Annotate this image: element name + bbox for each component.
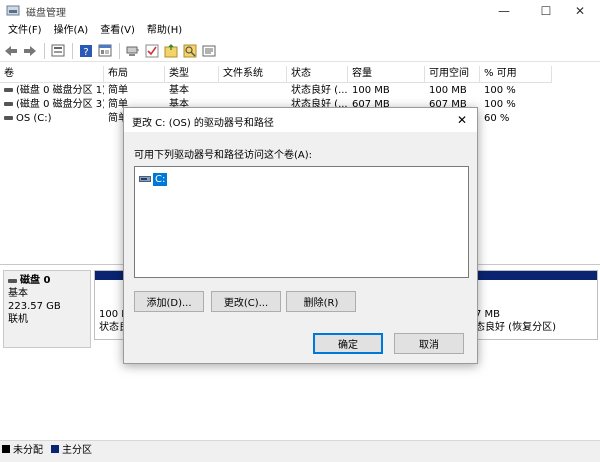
add-button[interactable]: 添加(D)... bbox=[134, 291, 204, 312]
volume-icon bbox=[4, 116, 13, 120]
column-header-volume[interactable]: 卷 bbox=[0, 66, 104, 83]
volume-capacity: 100 MB bbox=[352, 85, 390, 96]
legend-bar: 未分配 主分区 bbox=[0, 440, 600, 456]
disk-status: 联机 bbox=[8, 314, 28, 325]
forward-icon[interactable] bbox=[21, 42, 39, 60]
partition-bar bbox=[95, 271, 125, 280]
check-icon[interactable] bbox=[143, 42, 161, 60]
toolbar-separator bbox=[44, 42, 45, 59]
drive-icon bbox=[139, 176, 151, 182]
properties-icon[interactable] bbox=[96, 42, 114, 60]
legend-label: 未分配 bbox=[13, 445, 43, 456]
disk-icon bbox=[8, 278, 17, 283]
window-title: 磁盘管理 bbox=[26, 8, 66, 19]
legend-primary-partition: 主分区 bbox=[51, 441, 92, 456]
volume-percent-free: 60 % bbox=[484, 113, 510, 124]
toolbar-separator bbox=[72, 42, 73, 59]
partition-size: 7 MB bbox=[475, 309, 501, 320]
connect-icon[interactable] bbox=[124, 42, 142, 60]
partition-1[interactable]: 100 M 状态良 bbox=[94, 270, 126, 340]
table-row[interactable]: (磁盘 0 磁盘分区 1) 简单 基本 状态良好 (... 100 MB 100… bbox=[0, 84, 552, 98]
legend-unallocated: 未分配 bbox=[2, 441, 43, 456]
volume-status: 状态良好 (... bbox=[291, 85, 348, 96]
close-button[interactable]: ✕ bbox=[560, 0, 600, 22]
dialog-close-button[interactable]: ✕ bbox=[451, 110, 473, 130]
list-view-icon[interactable] bbox=[200, 42, 218, 60]
volume-free-space: 100 MB bbox=[429, 85, 467, 96]
dialog-title-bar: 更改 C: (OS) 的驱动器号和路径 ✕ bbox=[124, 108, 477, 132]
title-bar: 磁盘管理 — ☐ ✕ bbox=[0, 0, 600, 22]
status-bar bbox=[0, 456, 600, 462]
legend-swatch-unallocated bbox=[2, 444, 10, 453]
drive-letter-label: C: bbox=[153, 172, 168, 186]
volume-percent-free: 100 % bbox=[484, 99, 516, 110]
column-header-capacity[interactable]: 容量 bbox=[348, 66, 425, 83]
column-header-filesystem[interactable]: 文件系统 bbox=[219, 66, 287, 83]
disk-0-label[interactable]: 磁盘 0 基本 223.57 GB 联机 bbox=[3, 270, 91, 348]
volume-name: OS (C:) bbox=[16, 113, 52, 124]
volume-icon bbox=[4, 88, 13, 92]
cancel-button[interactable]: 取消 bbox=[394, 333, 464, 354]
disk-size: 223.57 GB bbox=[8, 301, 61, 312]
volume-type: 基本 bbox=[169, 85, 189, 96]
delete-button[interactable]: 删除(R) bbox=[286, 291, 356, 312]
partition-size: 100 M bbox=[99, 309, 125, 320]
legend-label: 主分区 bbox=[62, 445, 92, 456]
disk-type: 基本 bbox=[8, 288, 28, 299]
toolbar: ? bbox=[0, 40, 600, 62]
menu-action[interactable]: 操作(A) bbox=[48, 22, 95, 40]
list-item[interactable]: C: bbox=[139, 172, 168, 186]
column-header-free-space[interactable]: 可用空间 bbox=[425, 66, 480, 83]
menu-file[interactable]: 文件(F) bbox=[2, 22, 48, 40]
change-drive-letter-dialog: 更改 C: (OS) 的驱动器号和路径 ✕ 可用下列驱动器号和路径访问这个卷(A… bbox=[123, 107, 478, 364]
legend-swatch-primary bbox=[51, 444, 59, 453]
toolbar-separator bbox=[119, 42, 120, 59]
volume-icon bbox=[4, 102, 13, 106]
partition-status: 态良好 (恢复分区) bbox=[475, 322, 556, 333]
change-button[interactable]: 更改(C)... bbox=[211, 291, 281, 312]
disk-name: 磁盘 0 bbox=[20, 275, 51, 286]
dialog-prompt: 可用下列驱动器号和路径访问这个卷(A): bbox=[134, 150, 313, 161]
volume-layout: 简单 bbox=[108, 85, 128, 96]
column-header-percent-free[interactable]: % 可用 bbox=[480, 66, 552, 83]
menu-bar: 文件(F) 操作(A) 查看(V) 帮助(H) bbox=[0, 22, 600, 40]
drive-path-list[interactable]: C: bbox=[134, 166, 469, 278]
minimize-button[interactable]: — bbox=[484, 0, 524, 22]
volume-filesystem bbox=[219, 84, 287, 98]
volume-name: (磁盘 0 磁盘分区 1) bbox=[16, 85, 104, 96]
new-folder-icon[interactable] bbox=[162, 42, 180, 60]
volume-percent-free: 100 % bbox=[484, 85, 516, 96]
menu-view[interactable]: 查看(V) bbox=[94, 22, 141, 40]
column-header-layout[interactable]: 布局 bbox=[104, 66, 165, 83]
disk-view-icon[interactable] bbox=[49, 42, 67, 60]
volume-name: (磁盘 0 磁盘分区 3) bbox=[16, 99, 104, 110]
disk-management-icon bbox=[6, 5, 20, 16]
menu-help[interactable]: 帮助(H) bbox=[141, 22, 188, 40]
column-header-type[interactable]: 类型 bbox=[165, 66, 219, 83]
dialog-title: 更改 C: (OS) 的驱动器号和路径 bbox=[132, 118, 274, 129]
volume-list-header: 卷 布局 类型 文件系统 状态 容量 可用空间 % 可用 bbox=[0, 66, 552, 83]
search-icon[interactable] bbox=[181, 42, 199, 60]
partition-bar bbox=[471, 271, 597, 280]
partition-status: 状态良 bbox=[99, 322, 125, 333]
column-header-status[interactable]: 状态 bbox=[287, 66, 348, 83]
ok-button[interactable]: 确定 bbox=[313, 333, 383, 354]
svg-text:?: ? bbox=[83, 47, 88, 58]
back-icon[interactable] bbox=[2, 42, 20, 60]
help-icon[interactable]: ? bbox=[77, 42, 95, 60]
partition-recovery[interactable]: 7 MB 态良好 (恢复分区) bbox=[470, 270, 598, 340]
